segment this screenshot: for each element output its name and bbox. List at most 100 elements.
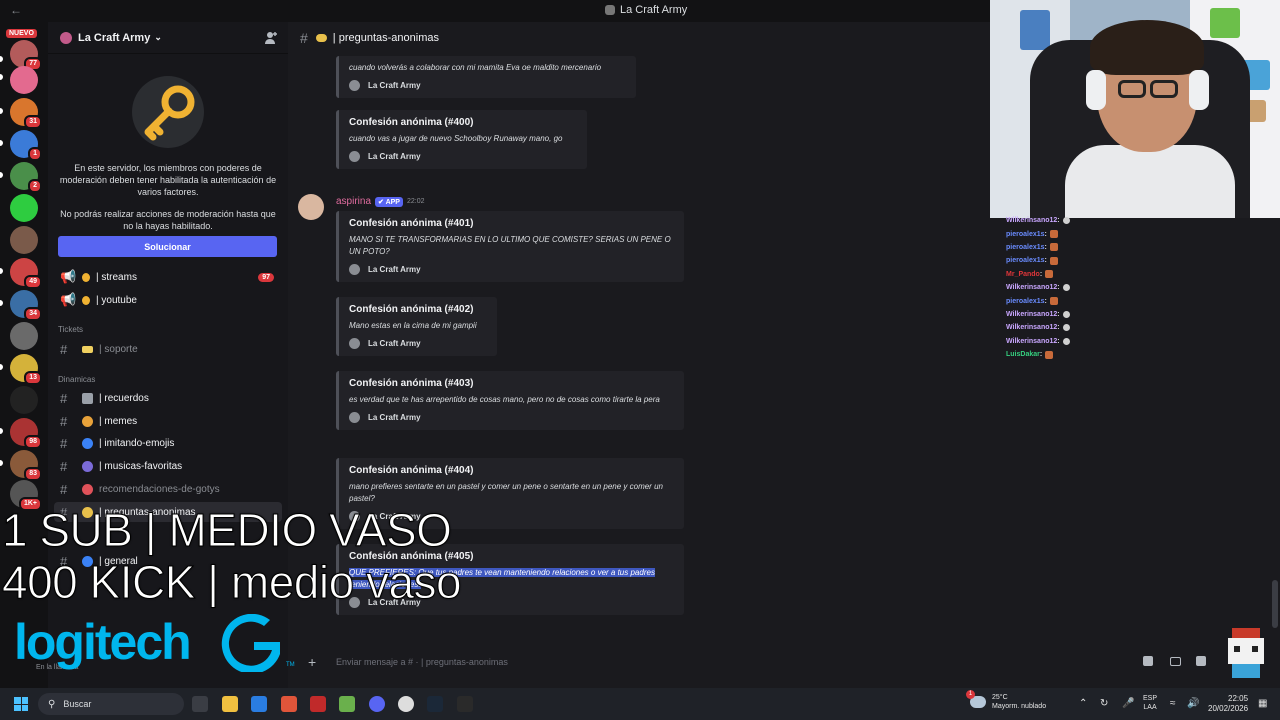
ghost-emote-icon bbox=[1062, 217, 1070, 225]
server-icon[interactable]: 98 bbox=[10, 418, 42, 449]
gif-icon[interactable] bbox=[1170, 657, 1181, 666]
channel-imitando-emojis[interactable]: # | imitando-emojis bbox=[54, 433, 282, 453]
chat-separator: : bbox=[1057, 217, 1060, 225]
server-icon[interactable]: 83 bbox=[10, 450, 42, 481]
task-view-icon[interactable] bbox=[192, 696, 208, 712]
music-icon bbox=[82, 460, 93, 472]
chat-separator: : bbox=[1057, 324, 1060, 332]
back-arrow-icon[interactable]: ← bbox=[10, 3, 22, 17]
chat-line: pieroalex1s : bbox=[1006, 254, 1206, 267]
brave-icon[interactable] bbox=[281, 696, 297, 712]
face-emote-icon bbox=[1049, 256, 1058, 265]
overlay-line: 400 KICK | medio vaso bbox=[1, 556, 462, 609]
store-icon[interactable] bbox=[251, 696, 267, 712]
composer-placeholder[interactable]: Enviar mensaje a # · | preguntas-anonima… bbox=[336, 657, 508, 667]
chat-line: pieroalex1s : bbox=[1006, 294, 1206, 307]
embed-footer: La Craft Army bbox=[349, 412, 674, 423]
notification-bell-icon[interactable]: ▦ bbox=[1258, 699, 1268, 709]
channel-musicas-favoritas[interactable]: # | musicas-favoritas bbox=[54, 456, 282, 476]
microphone-icon[interactable]: 🎤 bbox=[1122, 699, 1134, 709]
trademark: TM bbox=[286, 662, 295, 668]
plus-icon[interactable]: + bbox=[308, 655, 322, 669]
globe-icon bbox=[82, 437, 93, 449]
ghost-emote-icon bbox=[1062, 310, 1070, 318]
ticket-icon bbox=[82, 345, 93, 353]
server-icon[interactable] bbox=[10, 194, 38, 222]
channel-youtube[interactable]: 📢 | youtube bbox=[54, 290, 282, 310]
server-icon[interactable]: 13 bbox=[10, 354, 42, 385]
figure bbox=[1210, 8, 1240, 38]
windows-start-icon[interactable] bbox=[14, 697, 28, 711]
server-icon[interactable] bbox=[10, 66, 38, 94]
server-icon[interactable] bbox=[10, 386, 38, 414]
webcam-feed bbox=[990, 0, 1280, 218]
add-member-icon[interactable] bbox=[264, 31, 278, 45]
embed-body: mano prefieres sentarte en un pastel y c… bbox=[349, 482, 663, 503]
taskbar-search[interactable]: ⚲ Buscar bbox=[38, 693, 184, 715]
language-layout: LAA bbox=[1143, 704, 1157, 711]
category-tickets[interactable]: Tickets bbox=[58, 325, 83, 334]
mention-badge: 34 bbox=[24, 307, 42, 321]
weather-text: 25°C Mayorm. nublado bbox=[992, 693, 1046, 711]
bell-icon bbox=[82, 272, 90, 282]
ghost-emote-icon bbox=[1062, 337, 1070, 345]
mention-badge: 31 bbox=[24, 115, 42, 129]
weather-widget[interactable]: 1 25°C Mayorm. nublado bbox=[966, 690, 1046, 711]
channel-label: | soporte bbox=[99, 343, 138, 355]
server-icon[interactable]: 31 bbox=[10, 98, 42, 129]
channel-label: | youtube bbox=[96, 294, 137, 306]
window-title: La Craft Army bbox=[605, 4, 687, 16]
category-dinamicas[interactable]: Dinamicas bbox=[58, 375, 95, 384]
channel-recuerdos[interactable]: # | recuerdos bbox=[54, 388, 282, 408]
app-icon[interactable] bbox=[339, 696, 355, 712]
clock-time: 22:05 bbox=[1228, 694, 1249, 703]
channel-soporte[interactable]: # | soporte bbox=[54, 339, 282, 359]
obs-icon[interactable] bbox=[398, 696, 414, 712]
language-indicator[interactable]: ESP LAA bbox=[1143, 694, 1157, 712]
message-composer[interactable]: + Enviar mensaje a # · | preguntas-anoni… bbox=[288, 648, 990, 676]
epic-games-icon[interactable] bbox=[457, 696, 473, 712]
volume-icon[interactable]: 🔊 bbox=[1187, 699, 1199, 709]
solve-button[interactable]: Solucionar bbox=[58, 236, 277, 257]
user-avatar[interactable] bbox=[298, 194, 324, 220]
channel-recomendaciones[interactable]: # recomendaciones-de-gotys bbox=[54, 479, 282, 499]
server-icon[interactable]: 77 bbox=[10, 40, 42, 71]
mention-badge: 98 bbox=[24, 435, 42, 449]
server-header[interactable]: La Craft Army ⌄ bbox=[48, 22, 288, 54]
unread-pip bbox=[0, 364, 3, 370]
avatar bbox=[349, 412, 360, 423]
avatar bbox=[349, 264, 360, 275]
sticker-icon[interactable] bbox=[1196, 656, 1206, 666]
server-icon[interactable] bbox=[10, 226, 38, 254]
chat-line: Wilkerinsano12 : bbox=[1006, 308, 1206, 321]
hash-icon: # bbox=[60, 413, 68, 429]
sync-icon[interactable]: ↻ bbox=[1100, 699, 1110, 709]
overlay-line: 1 SUB | MEDIO VASO bbox=[1, 504, 452, 557]
server-icon[interactable]: 34 bbox=[10, 290, 42, 321]
ghost-emote-icon bbox=[1062, 324, 1070, 332]
app-icon[interactable] bbox=[310, 696, 326, 712]
channel-label: recomendaciones-de-gotys bbox=[99, 483, 220, 495]
chevron-up-icon[interactable]: ⌃ bbox=[1079, 699, 1089, 709]
app-badge: ✔ APP bbox=[375, 196, 403, 207]
scrollbar[interactable] bbox=[1272, 580, 1278, 628]
chat-separator: : bbox=[1044, 230, 1047, 238]
chat-username: pieroalex1s bbox=[1006, 243, 1045, 251]
server-icon[interactable] bbox=[10, 322, 38, 350]
server-icon[interactable]: 1 bbox=[10, 130, 42, 161]
system-clock[interactable]: 22:05 20/02/2026 bbox=[1208, 694, 1248, 714]
mfa-text: En este servidor, los miembros con poder… bbox=[59, 163, 277, 197]
file-explorer-icon[interactable] bbox=[222, 696, 238, 712]
steam-icon[interactable] bbox=[427, 696, 443, 712]
author-name[interactable]: aspirina bbox=[336, 196, 371, 207]
gift-icon[interactable] bbox=[1143, 656, 1153, 666]
server-icon[interactable]: 2 bbox=[10, 162, 42, 193]
unread-pip bbox=[0, 108, 3, 114]
server-icon[interactable]: 49 bbox=[10, 258, 42, 289]
wifi-icon[interactable]: ≈ bbox=[1170, 699, 1180, 709]
announce-icon: 📢 bbox=[60, 269, 77, 284]
channel-streams[interactable]: 📢 | streams 97 bbox=[54, 267, 282, 287]
channel-memes[interactable]: # | memes bbox=[54, 411, 282, 431]
discord-icon[interactable] bbox=[369, 696, 385, 712]
person bbox=[1065, 145, 1235, 218]
